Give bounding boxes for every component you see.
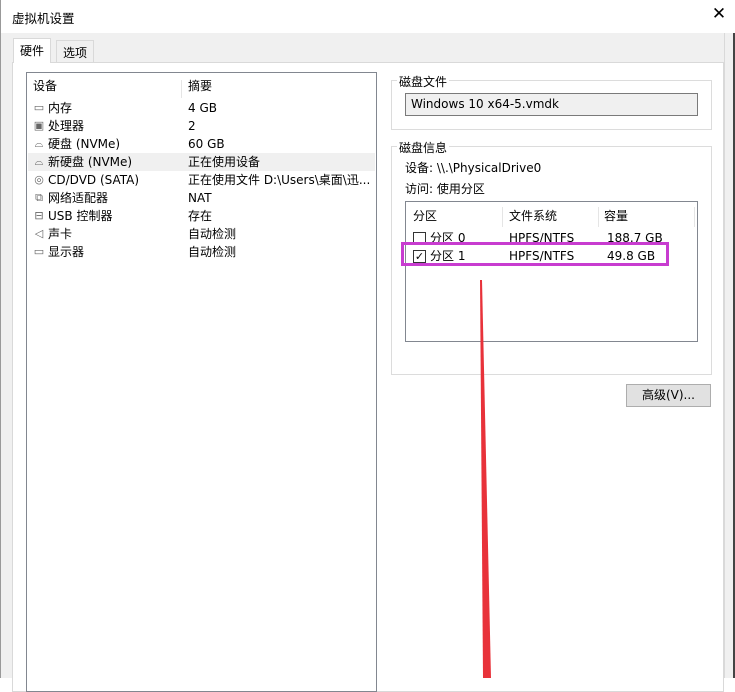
red-arrow-annotation (480, 280, 491, 678)
tab-hardware[interactable]: 硬件 (13, 38, 52, 63)
arrow-shape (480, 280, 491, 678)
